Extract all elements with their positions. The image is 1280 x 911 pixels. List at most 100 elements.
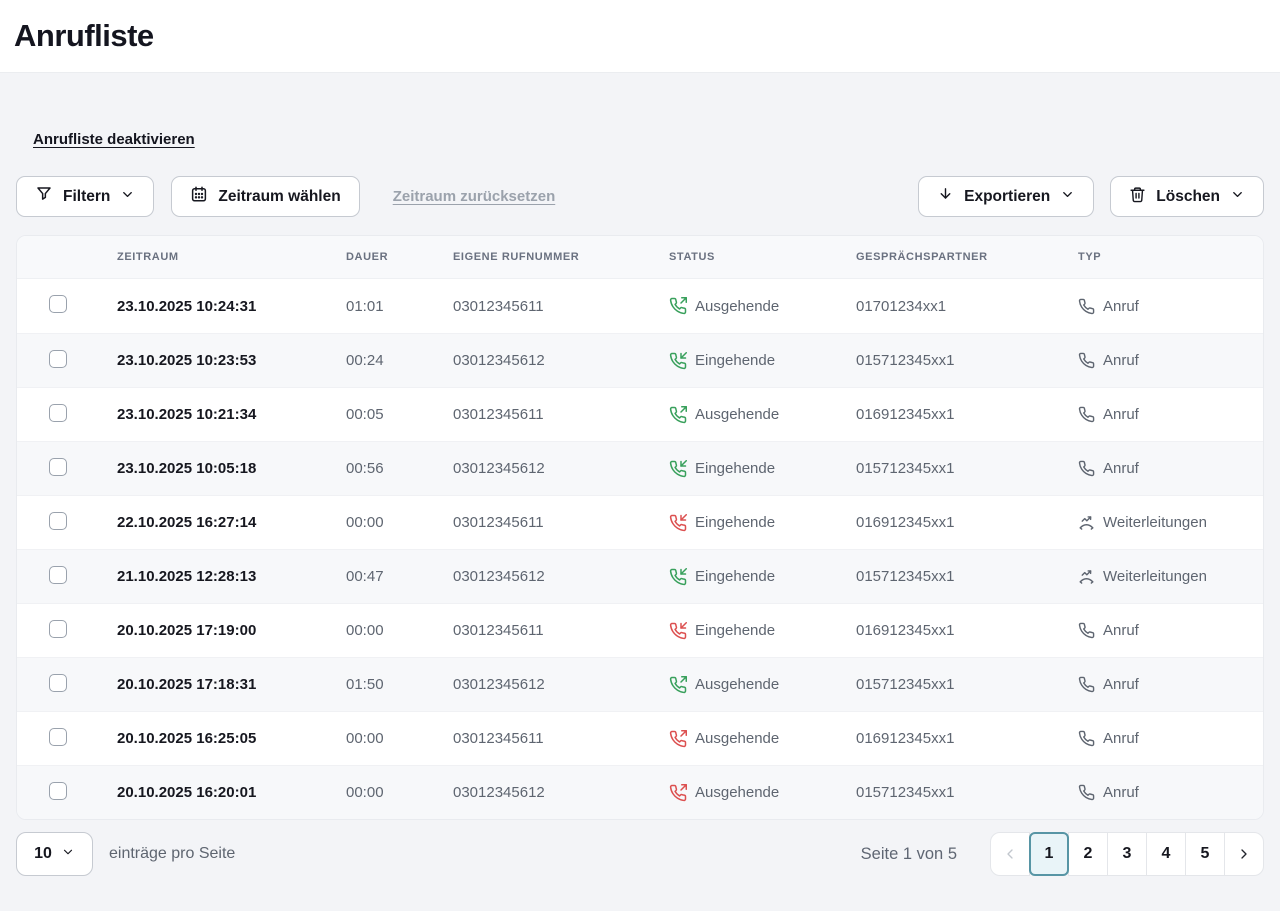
delete-button-label: Löschen [1156,188,1220,206]
reset-period-link[interactable]: Zeitraum zurücksetzen [393,188,556,205]
row-duration: 01:50 [346,676,453,693]
phone-icon [1078,406,1095,423]
row-status-label: Ausgehende [695,784,779,801]
calendar-icon [190,185,208,208]
export-button[interactable]: Exportieren [918,176,1094,217]
deactivate-call-list-link[interactable]: Anrufliste deaktivieren [33,131,195,148]
toolbar: Filtern Zeitraum wählen Zeitraum zurücks… [16,176,1264,217]
call-outgoing-icon [669,784,687,802]
pagination-page-2[interactable]: 2 [1068,832,1108,876]
row-own-number: 03012345611 [453,406,669,423]
app-header: Anrufliste [0,0,1280,73]
row-duration: 00:00 [346,514,453,531]
pagination-page-5[interactable]: 5 [1185,832,1225,876]
row-status-label: Ausgehende [695,676,779,693]
row-checkbox[interactable] [49,350,67,368]
download-arrow-icon [937,186,954,208]
per-page-select[interactable]: 10 [16,832,93,876]
header-gespraechspartner: Gesprächspartner [856,251,1078,263]
toolbar-right: Exportieren Löschen [902,176,1264,217]
table-row: 20.10.2025 17:18:31 01:50 03012345612 Au… [17,657,1263,711]
phone-icon [1078,460,1095,477]
row-type-label: Anruf [1103,298,1139,315]
phone-icon [1078,676,1095,693]
row-duration: 00:24 [346,352,453,369]
pagination-next-button[interactable] [1224,832,1264,876]
row-duration: 01:01 [346,298,453,315]
row-status-label: Ausgehende [695,730,779,747]
row-own-number: 03012345612 [453,460,669,477]
row-datetime: 23.10.2025 10:23:53 [117,352,346,369]
table-row: 23.10.2025 10:05:18 00:56 03012345612 Ei… [17,441,1263,495]
page-info: Seite 1 von 5 [861,845,957,864]
choose-period-button[interactable]: Zeitraum wählen [171,176,359,217]
row-partner-number: 015712345xx1 [856,568,1078,585]
filter-button[interactable]: Filtern [16,176,154,217]
pagination-prev-button[interactable] [990,832,1030,876]
row-partner-number: 016912345xx1 [856,622,1078,639]
pagination-page-3[interactable]: 3 [1107,832,1147,876]
call-incoming-icon [669,568,687,586]
table-body: 23.10.2025 10:24:31 01:01 03012345611 Au… [17,279,1263,819]
pagination-page-4[interactable]: 4 [1146,832,1186,876]
row-type-label: Anruf [1103,352,1139,369]
row-status-label: Ausgehende [695,406,779,423]
row-checkbox[interactable] [49,295,67,313]
row-own-number: 03012345612 [453,784,669,801]
call-incoming-icon [669,514,687,532]
row-partner-number: 015712345xx1 [856,784,1078,801]
row-status-label: Eingehende [695,622,775,639]
row-type-label: Weiterleitungen [1103,568,1207,585]
row-checkbox[interactable] [49,566,67,584]
call-outgoing-icon [669,676,687,694]
pager-controls: Seite 1 von 5 1 2 3 4 5 [861,832,1264,876]
table-row: 21.10.2025 12:28:13 00:47 03012345612 Ei… [17,549,1263,603]
row-datetime: 20.10.2025 16:20:01 [117,784,346,801]
row-checkbox[interactable] [49,782,67,800]
row-duration: 00:56 [346,460,453,477]
row-checkbox[interactable] [49,728,67,746]
call-forward-icon [1078,514,1095,531]
main-content: Anrufliste deaktivieren Filtern [0,73,1280,876]
per-page-label: einträge pro Seite [109,845,235,863]
row-checkbox[interactable] [49,458,67,476]
row-checkbox[interactable] [49,620,67,638]
row-status-label: Ausgehende [695,298,779,315]
row-own-number: 03012345612 [453,676,669,693]
row-own-number: 03012345612 [453,568,669,585]
row-datetime: 23.10.2025 10:24:31 [117,298,346,315]
row-type-label: Anruf [1103,406,1139,423]
filter-funnel-icon [35,185,53,208]
table-row: 23.10.2025 10:23:53 00:24 03012345612 Ei… [17,333,1263,387]
phone-icon [1078,352,1095,369]
pager: 1 2 3 4 5 [990,832,1264,876]
delete-button[interactable]: Löschen [1110,176,1264,217]
row-datetime: 20.10.2025 17:18:31 [117,676,346,693]
row-duration: 00:00 [346,622,453,639]
row-duration: 00:00 [346,784,453,801]
row-checkbox[interactable] [49,404,67,422]
chevron-down-icon [1060,187,1075,207]
row-type-label: Weiterleitungen [1103,514,1207,531]
row-datetime: 21.10.2025 12:28:13 [117,568,346,585]
phone-icon [1078,622,1095,639]
row-checkbox[interactable] [49,512,67,530]
table-row: 20.10.2025 16:20:01 00:00 03012345612 Au… [17,765,1263,819]
row-duration: 00:05 [346,406,453,423]
trash-icon [1129,186,1146,208]
page-title: Anrufliste [14,18,154,54]
phone-icon [1078,298,1095,315]
call-outgoing-icon [669,406,687,424]
pagination-page-1[interactable]: 1 [1029,832,1069,876]
row-checkbox[interactable] [49,674,67,692]
row-type-label: Anruf [1103,784,1139,801]
call-incoming-icon [669,622,687,640]
row-duration: 00:47 [346,568,453,585]
call-outgoing-icon [669,730,687,748]
row-partner-number: 016912345xx1 [856,514,1078,531]
chevron-down-icon [120,187,135,207]
row-own-number: 03012345611 [453,622,669,639]
table-header-row: Zeitraum Dauer Eigene Rufnummer Status G… [17,236,1263,279]
table-row: 23.10.2025 10:24:31 01:01 03012345611 Au… [17,279,1263,333]
filter-button-label: Filtern [63,188,110,206]
